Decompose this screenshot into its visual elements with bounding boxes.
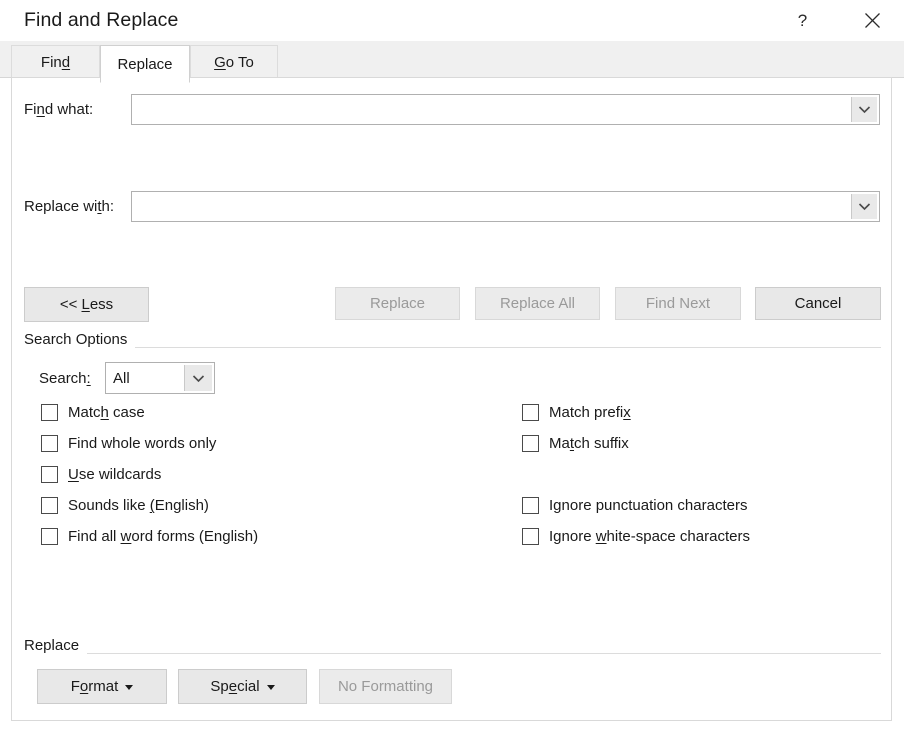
checkbox-box[interactable] <box>522 497 539 514</box>
no-formatting-button[interactable]: No Formatting <box>319 669 452 704</box>
replace-with-label: Replace with: <box>24 198 114 215</box>
checkbox-box[interactable] <box>41 404 58 421</box>
tab-find[interactable]: Find <box>11 45 100 79</box>
checkbox-box[interactable] <box>41 497 58 514</box>
checkbox-sounds-like[interactable]: Sounds like (English) <box>41 497 209 514</box>
checkbox-find-all-word-forms[interactable]: Find all word forms (English) <box>41 528 258 545</box>
checkbox-ignore-punctuation[interactable]: Ignore punctuation characters <box>522 497 747 514</box>
replace-group-divider <box>24 653 881 654</box>
tab-goto[interactable]: Go To <box>190 45 278 79</box>
title-bar: Find and Replace ? <box>0 0 904 41</box>
cancel-button[interactable]: Cancel <box>755 287 881 320</box>
find-what-dropdown-button[interactable] <box>851 97 877 122</box>
search-scope-select[interactable]: All <box>105 362 215 394</box>
tab-goto-label: Go To <box>214 54 254 71</box>
tab-replace-label: Replace <box>117 56 172 73</box>
replace-with-dropdown-button[interactable] <box>851 194 877 219</box>
format-button[interactable]: Format <box>37 669 167 704</box>
chevron-down-icon <box>125 685 133 690</box>
dialog-title: Find and Replace <box>24 0 178 41</box>
special-button[interactable]: Special <box>178 669 307 704</box>
svg-text:?: ? <box>797 11 806 30</box>
tab-content-panel <box>11 77 892 721</box>
question-mark-icon: ? <box>795 11 810 30</box>
tab-replace[interactable]: Replace <box>100 45 190 83</box>
checkbox-use-wildcards[interactable]: Use wildcards <box>41 466 161 483</box>
chevron-down-icon <box>858 202 871 211</box>
checkbox-box[interactable] <box>522 435 539 452</box>
find-what-label: Find what: <box>24 101 93 118</box>
tab-strip: Find Replace Go To <box>0 41 904 78</box>
chevron-down-icon <box>192 374 205 383</box>
search-scope-dropdown-button[interactable] <box>184 365 212 391</box>
find-what-input[interactable] <box>132 95 851 124</box>
replace-all-button[interactable]: Replace All <box>475 287 600 320</box>
checkbox-find-whole-words-only[interactable]: Find whole words only <box>41 435 216 452</box>
checkbox-box[interactable] <box>41 528 58 545</box>
checkbox-box[interactable] <box>522 528 539 545</box>
search-options-group-label: Search Options <box>24 331 135 348</box>
search-scope-label: Search: <box>39 370 91 387</box>
find-and-replace-dialog: Find and Replace ? Find Replace Go To Fi… <box>0 0 904 735</box>
checkbox-box[interactable] <box>522 404 539 421</box>
checkbox-match-prefix[interactable]: Match prefix <box>522 404 631 421</box>
checkbox-match-suffix[interactable]: Match suffix <box>522 435 629 452</box>
chevron-down-icon <box>267 685 275 690</box>
replace-with-combobox[interactable] <box>131 191 880 222</box>
tab-find-label: Find <box>41 54 70 71</box>
help-button[interactable]: ? <box>779 0 825 41</box>
find-next-button[interactable]: Find Next <box>615 287 741 320</box>
less-button[interactable]: << Less <box>24 287 149 322</box>
checkbox-match-case[interactable]: Match case <box>41 404 145 421</box>
replace-group-label: Replace <box>24 637 87 654</box>
checkbox-ignore-whitespace[interactable]: Ignore white-space characters <box>522 528 750 545</box>
find-what-combobox[interactable] <box>131 94 880 125</box>
search-options-divider <box>24 347 881 348</box>
chevron-down-icon <box>858 105 871 114</box>
checkbox-box[interactable] <box>41 435 58 452</box>
replace-with-input[interactable] <box>132 192 851 221</box>
checkbox-box[interactable] <box>41 466 58 483</box>
close-button[interactable] <box>849 0 895 41</box>
search-scope-value: All <box>106 363 184 393</box>
replace-button[interactable]: Replace <box>335 287 460 320</box>
close-x-icon <box>863 11 882 30</box>
